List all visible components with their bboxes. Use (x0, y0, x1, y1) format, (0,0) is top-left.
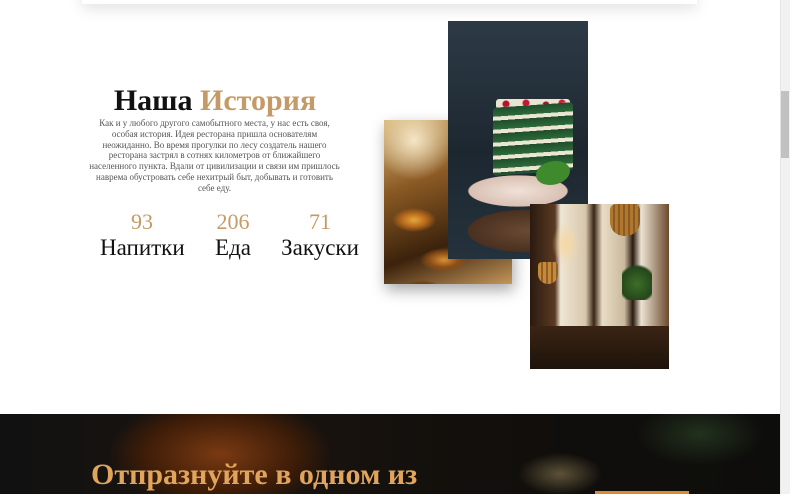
story-title-main: Наша (113, 84, 193, 117)
story-title: Наша История (0, 84, 430, 118)
previous-section-card (82, 0, 697, 4)
stat-number: 206 (216, 209, 250, 234)
celebrate-section: Отпразнуйте в одном из (0, 414, 780, 494)
stat-number: 93 (131, 209, 153, 234)
stat-label: Еда (215, 235, 251, 260)
stat-label: Напитки (100, 235, 185, 260)
plant (622, 260, 652, 300)
stat-label: Закуски (281, 235, 359, 260)
wicker-lamp (610, 204, 640, 236)
stat-number: 71 (309, 209, 331, 234)
celebrate-heading: Отпразнуйте в одном из (91, 458, 418, 491)
table-lamp (538, 262, 558, 284)
stat-drinks: 93 Напитки (100, 209, 185, 261)
cafe-table (530, 326, 669, 369)
story-text: Как и у любого другого самобытного места… (89, 118, 340, 193)
scrollbar-thumb[interactable] (781, 91, 789, 158)
story-title-accent: История (199, 84, 317, 117)
stat-food: 206 Еда (205, 210, 261, 261)
cafe-interior-photo (530, 204, 669, 369)
page-scrollbar[interactable] (780, 0, 790, 494)
garnish-leaf (536, 161, 570, 185)
stat-snacks: 71 Закуски (280, 210, 360, 261)
